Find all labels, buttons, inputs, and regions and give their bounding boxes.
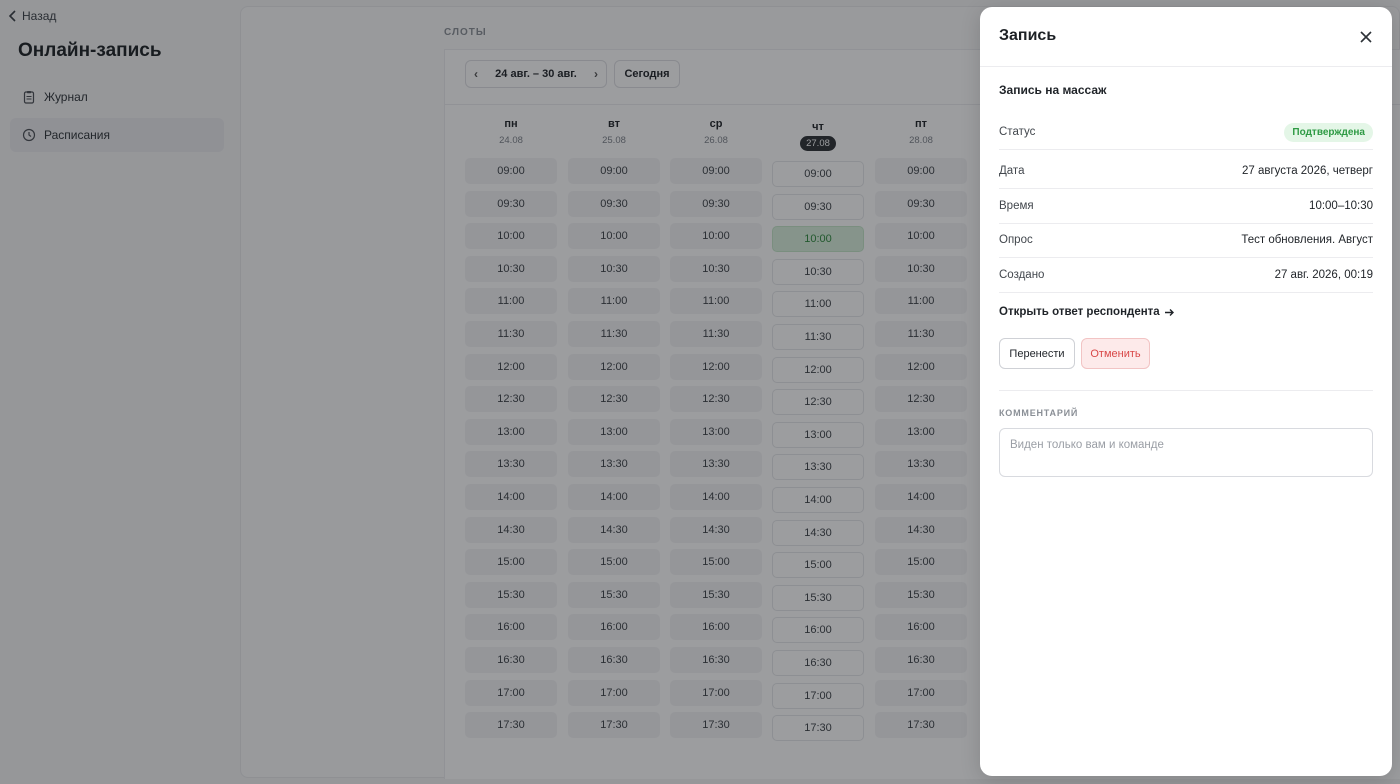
date-value: 27 августа 2026, четверг	[1242, 165, 1373, 177]
divider	[999, 390, 1373, 391]
created-value: 27 авг. 2026, 00:19	[1274, 269, 1373, 281]
survey-row: Опрос Тест обновления. Август	[999, 223, 1373, 258]
time-value: 10:00–10:30	[1309, 200, 1373, 212]
date-label: Дата	[999, 165, 1025, 177]
created-label: Создано	[999, 269, 1045, 281]
open-response-link[interactable]: Открыть ответ респондента	[999, 306, 1175, 318]
booking-name: Запись на массаж	[999, 83, 1107, 97]
comment-input[interactable]	[999, 428, 1373, 477]
cancel-booking-button[interactable]: Отменить	[1081, 338, 1150, 369]
date-row: Дата 27 августа 2026, четверг	[999, 154, 1373, 189]
drawer-title: Запись	[999, 27, 1057, 44]
status-badge: Подтверждена	[1284, 122, 1373, 142]
comment-label: КОММЕНТАРИЙ	[999, 408, 1079, 418]
created-row: Создано 27 авг. 2026, 00:19	[999, 258, 1373, 293]
time-label: Время	[999, 200, 1034, 212]
arrow-right-icon	[1164, 308, 1174, 316]
status-row: Статус Подтверждена	[999, 115, 1373, 150]
booking-drawer: Запись Запись на массаж Статус Подтвержд…	[980, 7, 1392, 776]
time-row: Время 10:00–10:30	[999, 189, 1373, 224]
reschedule-button[interactable]: Перенести	[999, 338, 1075, 369]
survey-label: Опрос	[999, 234, 1033, 246]
open-response-label: Открыть ответ респондента	[999, 306, 1160, 318]
survey-value: Тест обновления. Август	[1241, 234, 1373, 246]
drawer-header: Запись	[980, 7, 1392, 67]
close-icon[interactable]	[1358, 29, 1374, 45]
status-label: Статус	[999, 126, 1036, 138]
